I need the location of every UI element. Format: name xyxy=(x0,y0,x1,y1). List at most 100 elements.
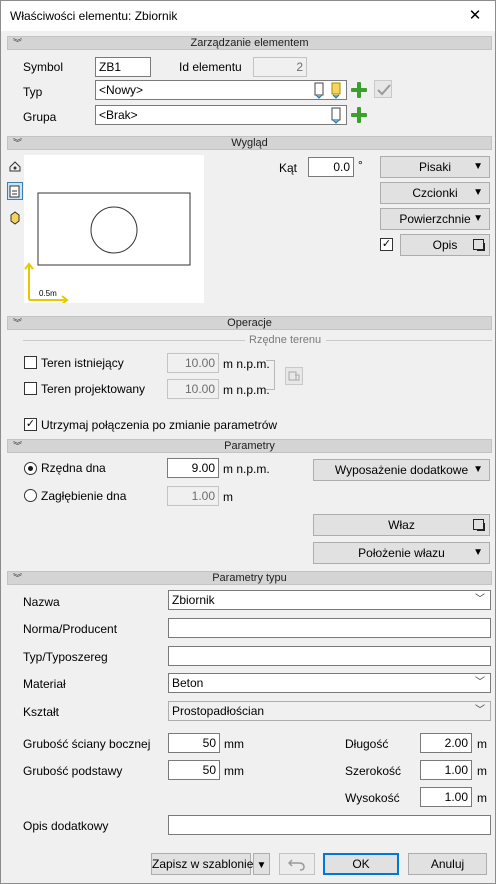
checkmark-icon[interactable] xyxy=(374,80,392,98)
hatch-position-button[interactable]: Położenie włazu ▼ xyxy=(313,542,490,564)
description-button[interactable]: Opis xyxy=(400,234,490,256)
bottom-ordinate-radio[interactable] xyxy=(24,462,37,475)
view-3d-tab-icon[interactable] xyxy=(7,157,23,175)
bottom-ordinate-input[interactable]: 9.00 xyxy=(167,458,219,478)
dropdown-arrow-icon: ▼ xyxy=(256,860,267,871)
section-title: Wygląd xyxy=(231,137,268,149)
unit-label: m xyxy=(477,791,487,805)
bottom-depth-input: 1.00 xyxy=(167,486,219,506)
popup-icon xyxy=(473,519,485,531)
view-plan-tab-icon[interactable] xyxy=(7,182,23,200)
height-input[interactable]: 1.00 xyxy=(420,787,472,807)
angle-label: Kąt xyxy=(279,161,298,175)
projected-terrain-input: 10.00 xyxy=(167,379,219,399)
hatch-button-label: Właz xyxy=(388,518,415,532)
unit-label: m n.p.m. xyxy=(223,383,270,397)
existing-terrain-checkbox[interactable] xyxy=(24,356,37,369)
keep-connections-label: Utrzymaj połączenia po zmianie parametró… xyxy=(41,418,278,432)
material-select[interactable]: Beton ﹀ xyxy=(168,673,491,693)
norm-input[interactable] xyxy=(168,618,491,638)
fonts-button[interactable]: Czcionki ▼ xyxy=(380,182,490,204)
angle-unit: ° xyxy=(358,158,363,172)
chevron-down-icon: ﹀ xyxy=(475,677,485,688)
surfaces-button[interactable]: Powierzchnie ▼ xyxy=(380,208,490,230)
type-field[interactable]: <Nowy> xyxy=(95,80,347,100)
add-type-plus-icon[interactable] xyxy=(350,81,368,99)
pens-button[interactable]: Pisaki ▼ xyxy=(380,156,490,178)
shape-select-value: Prostopadłościan xyxy=(172,704,265,718)
base-thickness-label: Grubość podstawy xyxy=(23,764,123,778)
unit-label: m xyxy=(477,764,487,778)
description-checkbox[interactable]: ✓ xyxy=(380,238,393,251)
unit-label: m xyxy=(477,737,487,751)
edit-icon[interactable] xyxy=(311,81,329,99)
width-input[interactable]: 1.00 xyxy=(420,760,472,780)
section-management[interactable]: ︾ Zarządzanie elementem xyxy=(7,36,492,50)
add-group-plus-icon[interactable] xyxy=(350,106,368,124)
section-type-parameters[interactable]: ︾ Parametry typu xyxy=(7,571,492,585)
title-bar: Właściwości elementu: Zbiornik ✕ xyxy=(1,1,495,31)
extras-button-label: Wyposażenie dodatkowe xyxy=(334,463,469,477)
section-operations[interactable]: ︾ Operacje xyxy=(7,316,492,330)
keep-connections-checkbox[interactable]: ✓ xyxy=(24,418,37,431)
save-template-dropdown[interactable]: ▼ xyxy=(253,853,270,875)
extras-button[interactable]: Wyposażenie dodatkowe ▼ xyxy=(313,459,490,481)
description-button-label: Opis xyxy=(432,238,458,252)
undo-button[interactable] xyxy=(279,853,315,875)
norm-label: Norma/Producent xyxy=(23,622,118,636)
id-label: Id elementu xyxy=(179,60,242,74)
shape-select[interactable]: Prostopadłościan ﹀ xyxy=(168,701,491,721)
group-field[interactable]: <Brak> xyxy=(95,105,347,125)
section-title: Operacje xyxy=(227,317,272,329)
terrain-heading: Rzędne terenu xyxy=(249,334,322,346)
copy-icon[interactable] xyxy=(285,367,303,385)
preview-drawing xyxy=(24,192,191,305)
base-thickness-input[interactable]: 50 xyxy=(168,760,220,780)
unit-label: m n.p.m. xyxy=(223,462,270,476)
save-template-button[interactable]: Zapisz w szablonie xyxy=(151,853,253,875)
existing-terrain-input: 10.00 xyxy=(167,353,219,373)
series-input[interactable] xyxy=(168,646,491,666)
view-cube-tab-icon[interactable] xyxy=(7,208,23,226)
material-label: Materiał xyxy=(23,677,66,691)
length-label: Długość xyxy=(345,737,389,751)
bottom-depth-radio[interactable] xyxy=(24,489,37,502)
tag-icon[interactable] xyxy=(328,81,346,99)
edit-icon[interactable] xyxy=(328,106,346,124)
hatch-button[interactable]: Właz xyxy=(313,514,490,536)
unit-label: m xyxy=(223,490,233,504)
section-title: Parametry xyxy=(224,440,275,452)
dropdown-arrow-icon: ▼ xyxy=(473,161,483,172)
dropdown-arrow-icon: ▼ xyxy=(473,213,483,224)
symbol-input[interactable]: ZB1 xyxy=(95,57,151,77)
extra-description-label: Opis dodatkowy xyxy=(23,819,109,833)
section-parameters[interactable]: ︾ Parametry xyxy=(7,439,492,453)
projected-terrain-checkbox[interactable] xyxy=(24,382,37,395)
chevron-down-icon: ︾ xyxy=(13,441,23,451)
wall-thickness-input[interactable]: 50 xyxy=(168,733,220,753)
length-input[interactable]: 2.00 xyxy=(420,733,472,753)
extra-description-input[interactable] xyxy=(168,815,491,835)
unit-label: m n.p.m. xyxy=(223,357,270,371)
angle-input[interactable]: 0.0 xyxy=(308,157,354,177)
cancel-button-label: Anuluj xyxy=(430,857,465,871)
unit-label: mm xyxy=(224,764,244,778)
section-appearance[interactable]: ︾ Wygląd xyxy=(7,136,492,150)
radio-dot xyxy=(28,466,33,471)
cancel-button[interactable]: Anuluj xyxy=(408,853,487,875)
popup-icon xyxy=(473,239,485,251)
dropdown-arrow-icon: ▼ xyxy=(473,187,483,198)
section-title: Zarządzanie elementem xyxy=(190,37,309,49)
symbol-label: Symbol xyxy=(23,60,64,74)
scale-label: 0.5m xyxy=(39,289,57,298)
wall-thickness-label: Grubość ściany bocznej xyxy=(23,737,151,751)
ok-button[interactable]: OK xyxy=(323,853,399,875)
height-label: Wysokość xyxy=(345,791,400,805)
close-icon[interactable]: ✕ xyxy=(455,1,495,31)
chevron-down-icon: ︾ xyxy=(13,38,23,48)
preview-canvas: 0.5m xyxy=(24,155,204,305)
fonts-button-label: Czcionki xyxy=(412,186,458,200)
name-select[interactable]: Zbiornik ﹀ xyxy=(168,590,491,610)
undo-icon xyxy=(287,859,305,871)
divider xyxy=(326,340,492,341)
